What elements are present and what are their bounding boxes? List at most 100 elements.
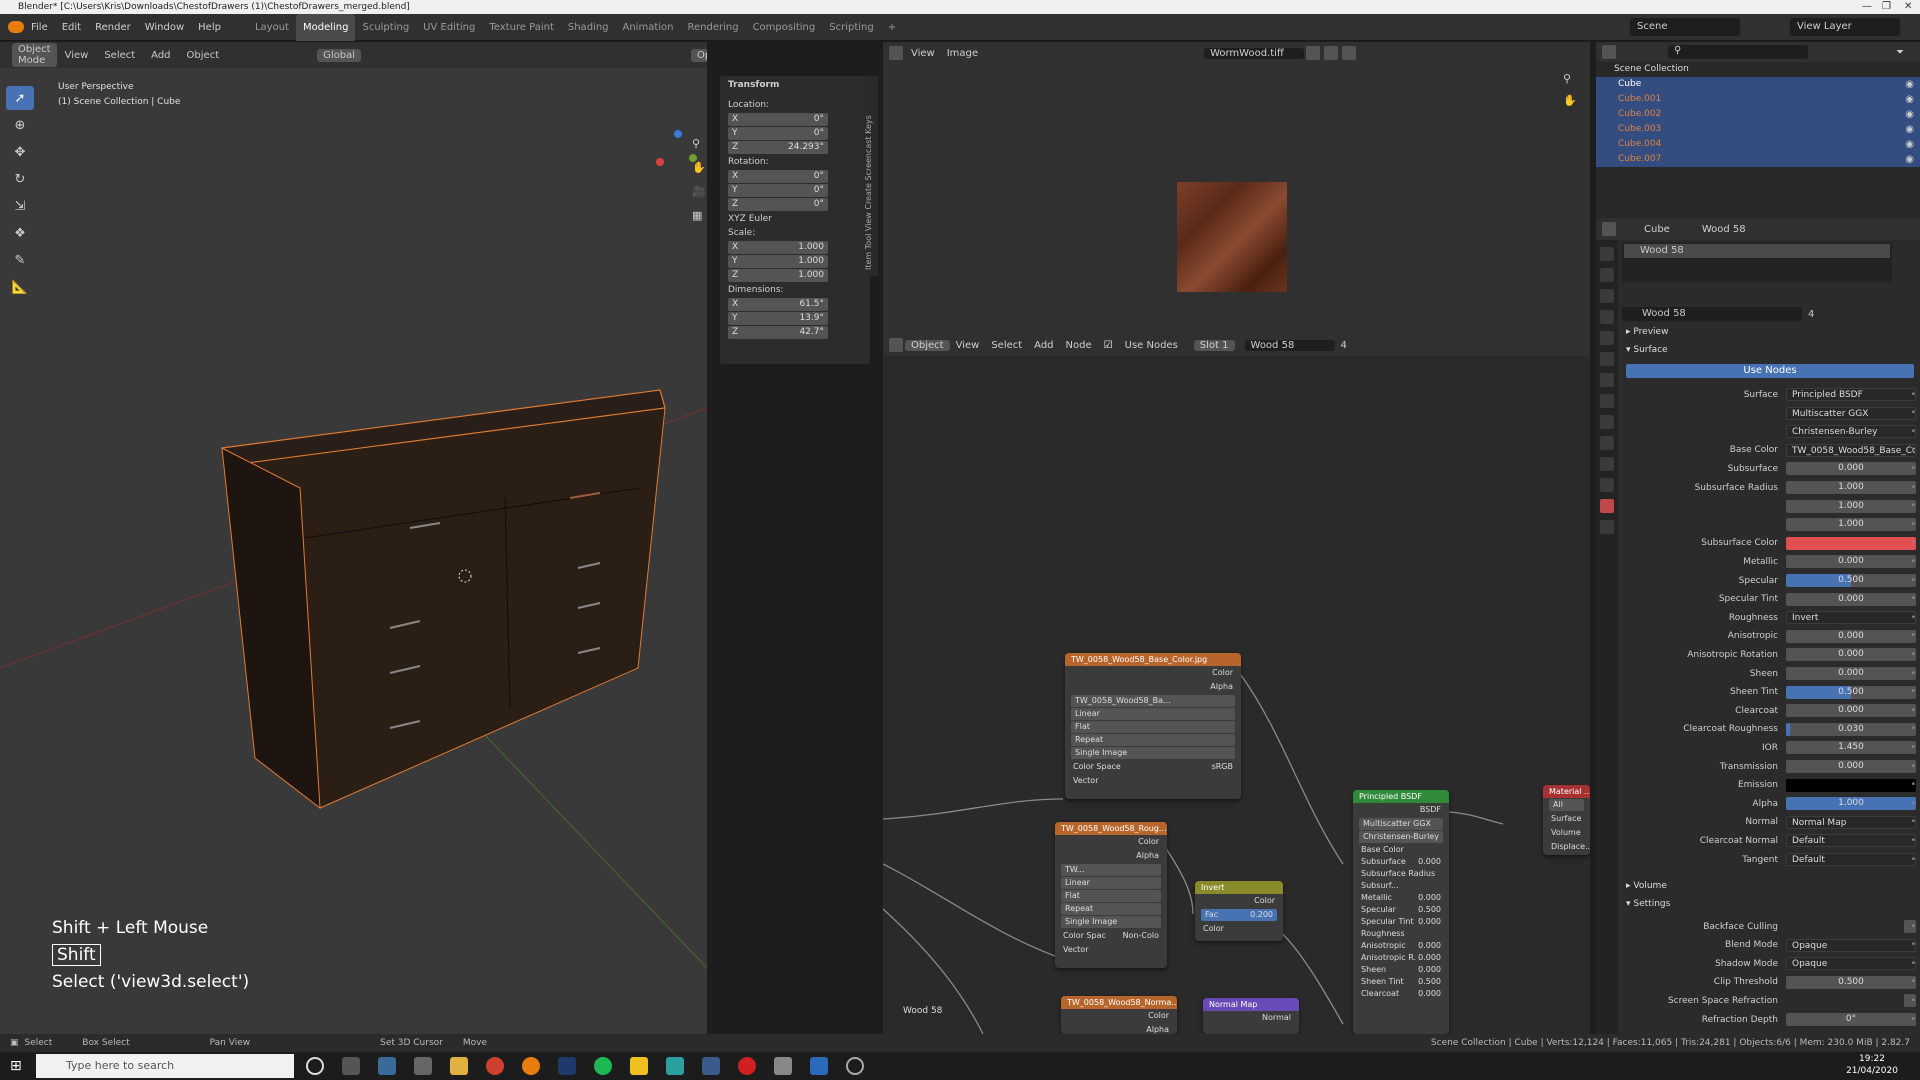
menu-render[interactable]: Render <box>88 14 138 41</box>
pan-hand-icon[interactable]: ✋ <box>1563 90 1577 112</box>
keyframe-dot-icon[interactable]: • <box>1911 996 1916 1006</box>
property-value[interactable]: Default <box>1786 834 1916 848</box>
outliner-item[interactable]: Cube ◉ <box>1596 77 1920 92</box>
scene-collection[interactable]: Scene Collection <box>1596 62 1920 77</box>
maximize-icon[interactable]: ❐ <box>1882 0 1891 14</box>
property-value[interactable]: 1.000 <box>1786 499 1916 513</box>
menu-window[interactable]: Window <box>138 14 191 41</box>
add-workspace-icon[interactable]: + <box>881 14 903 41</box>
outliner[interactable]: ⚲ ⏷ Scene Collection Cube ◉ Cube.001 ◉ Cube.… <box>1596 42 1920 218</box>
tab-shading[interactable]: Shading <box>561 14 616 41</box>
bsdf-input-row[interactable]: Specular 0.500 <box>1353 904 1449 916</box>
properties-editor[interactable]: Cube Wood 58 Wood 58 Wood 58 4 ▸ Preview… <box>1596 218 1920 1034</box>
property-value[interactable]: TW_0058_Wood58_Base_Colo... <box>1786 443 1916 457</box>
bsdf-distribution[interactable]: Multiscatter GGX <box>1359 818 1443 830</box>
texture-tab-icon[interactable] <box>1600 520 1614 534</box>
node-projection[interactable]: Flat <box>1061 890 1161 902</box>
viewport-menu-select[interactable]: Select <box>96 50 143 61</box>
visibility-eye-icon[interactable]: ◉ <box>1905 152 1914 167</box>
keyframe-dot-icon[interactable]: • <box>1911 613 1916 623</box>
spotify-icon[interactable] <box>594 1057 612 1075</box>
property-value[interactable]: 1.000 <box>1786 797 1916 811</box>
windows-start-icon[interactable]: ⊞ <box>10 1058 22 1074</box>
rotation-z[interactable]: Z 0° <box>728 198 828 211</box>
editor-type-icon[interactable] <box>1602 45 1616 59</box>
node-extension[interactable]: Repeat <box>1071 734 1235 746</box>
pan-hand-icon[interactable]: ✋ <box>692 156 706 180</box>
property-value[interactable]: 0.500 <box>1786 574 1916 587</box>
node-output-alpha[interactable]: Alpha <box>1055 849 1167 863</box>
keyframe-dot-icon[interactable]: • <box>1911 464 1916 474</box>
node-title[interactable]: Normal Map <box>1203 998 1299 1011</box>
material-slot-item[interactable]: Wood 58 <box>1624 244 1890 258</box>
output-target[interactable]: All <box>1549 799 1584 811</box>
property-value[interactable]: 1.000 <box>1786 481 1916 494</box>
node-source[interactable]: Single Image <box>1071 747 1235 759</box>
app-icon[interactable] <box>810 1057 828 1075</box>
keyframe-dot-icon[interactable]: • <box>1911 501 1916 511</box>
tab-texture-paint[interactable]: Texture Paint <box>482 14 561 41</box>
material-slots-list[interactable]: Wood 58 <box>1622 242 1892 282</box>
property-value[interactable]: 0.000 <box>1786 629 1916 643</box>
rotation-mode[interactable]: XYZ Euler <box>720 212 870 226</box>
node-input-vector[interactable]: Vector <box>1055 943 1167 957</box>
app-icon[interactable] <box>666 1057 684 1075</box>
bsdf-input-row[interactable]: Clearcoat 0.000 <box>1353 988 1449 1000</box>
property-value[interactable]: 0.500 <box>1786 685 1916 699</box>
mode-selector[interactable]: Object Mode <box>12 43 57 67</box>
file-explorer-icon[interactable] <box>450 1057 468 1075</box>
zoom-icon[interactable]: ⚲ <box>692 132 706 156</box>
tab-rendering[interactable]: Rendering <box>680 14 745 41</box>
object-tab-icon[interactable] <box>1600 373 1614 387</box>
keyframe-dot-icon[interactable]: • <box>1911 650 1916 660</box>
app-icon[interactable] <box>414 1057 432 1075</box>
bsdf-input-row[interactable]: Base Color <box>1353 844 1449 856</box>
property-value[interactable]: Christensen-Burley <box>1786 425 1916 439</box>
property-value[interactable]: 0.500 <box>1786 975 1916 989</box>
keyframe-dot-icon[interactable]: • <box>1911 669 1916 679</box>
property-value[interactable]: 1.450 <box>1786 741 1916 755</box>
keyframe-dot-icon[interactable]: • <box>1911 687 1916 697</box>
keyframe-dot-icon[interactable]: • <box>1911 940 1916 950</box>
node-output-alpha[interactable]: Alpha <box>1065 680 1241 694</box>
property-value[interactable]: 0.000 <box>1786 592 1916 606</box>
location-x[interactable]: X 0° <box>728 113 828 126</box>
transform-header[interactable]: Transform <box>720 76 870 92</box>
keyframe-dot-icon[interactable]: • <box>1911 799 1916 809</box>
node-editor[interactable]: Object View Select Add Node ☑ Use Nodes … <box>883 334 1590 1034</box>
keyframe-dot-icon[interactable]: • <box>1911 538 1916 548</box>
keyframe-dot-icon[interactable]: • <box>1911 959 1916 969</box>
task-view-icon[interactable] <box>342 1057 360 1075</box>
property-value[interactable]: Principled BSDF <box>1786 388 1916 401</box>
dimensions-y[interactable]: Y 13.9° <box>728 312 828 325</box>
bsdf-input-row[interactable]: Sheen 0.000 <box>1353 964 1449 976</box>
modifier-tab-icon[interactable] <box>1600 394 1614 408</box>
node-colorspace[interactable]: Color Spac Non-Colo <box>1055 929 1167 943</box>
property-value[interactable]: 0.000 <box>1786 667 1916 680</box>
bsdf-input-row[interactable]: Anisotropic 0.000 <box>1353 940 1449 952</box>
visibility-eye-icon[interactable]: ◉ <box>1905 107 1914 122</box>
outliner-item[interactable]: Cube.001 ◉ <box>1596 92 1920 107</box>
location-y[interactable]: Y 0° <box>728 127 828 140</box>
node-image-field[interactable]: TW_0058_Wood58_Ba... <box>1071 695 1235 707</box>
node-output-color[interactable]: Color <box>1195 894 1283 908</box>
cortana-icon[interactable] <box>306 1057 324 1075</box>
keyframe-dot-icon[interactable]: • <box>1911 706 1916 716</box>
property-value[interactable]: 0.000 <box>1786 555 1916 569</box>
image-menu-image[interactable]: Image <box>941 48 984 59</box>
node-image-field[interactable]: TW... <box>1061 864 1161 876</box>
property-value[interactable]: 0.000 <box>1786 760 1916 773</box>
rotation-y[interactable]: Y 0° <box>728 184 828 197</box>
node-source[interactable]: Single Image <box>1061 916 1161 928</box>
editor-type-icon[interactable] <box>1602 222 1616 236</box>
dimensions-z[interactable]: Z 42.7° <box>728 326 828 339</box>
keyframe-dot-icon[interactable]: • <box>1911 922 1916 932</box>
node-title[interactable]: Principled BSDF <box>1353 790 1449 803</box>
scene-tab-icon[interactable] <box>1600 331 1614 345</box>
tab-scripting[interactable]: Scripting <box>822 14 880 41</box>
scale-z[interactable]: Z 1.000 <box>728 269 828 282</box>
viewport-3d[interactable]: Object Mode View Select Add Object Globa… <box>0 42 707 1034</box>
keyframe-dot-icon[interactable]: • <box>1911 408 1916 418</box>
data-tab-icon[interactable] <box>1600 478 1614 492</box>
editor-type-icon[interactable] <box>889 46 903 60</box>
